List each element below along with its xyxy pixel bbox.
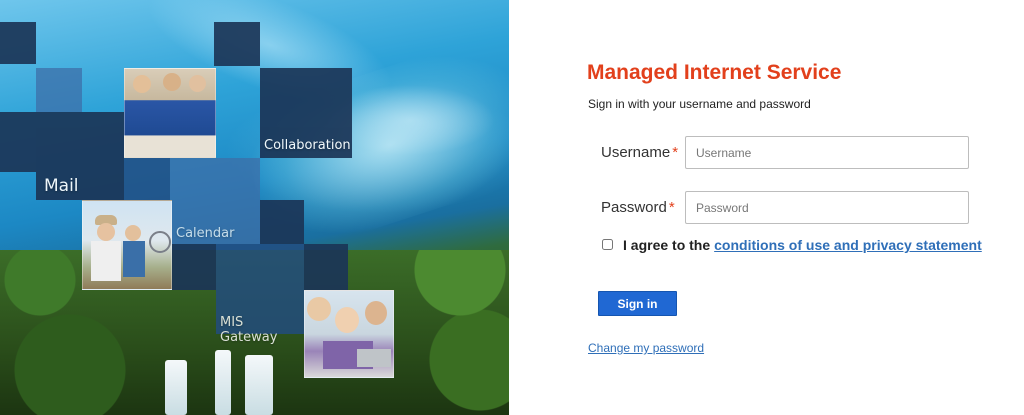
tile-mis-gateway-label: MIS Gateway bbox=[220, 315, 278, 345]
change-password-link[interactable]: Change my password bbox=[588, 341, 704, 355]
page-subtitle: Sign in with your username and password bbox=[588, 97, 811, 111]
mosaic-tile bbox=[214, 22, 260, 66]
required-marker: * bbox=[672, 144, 679, 161]
mosaic-tile bbox=[0, 22, 36, 64]
mosaic-tile bbox=[304, 244, 348, 290]
mosaic-tile bbox=[260, 200, 304, 244]
waterfall bbox=[245, 355, 273, 415]
mosaic-tile bbox=[170, 244, 216, 290]
tile-calendar: Calendar bbox=[170, 158, 260, 244]
outdoor-family-photo bbox=[82, 200, 172, 290]
signin-button[interactable]: Sign in bbox=[598, 291, 677, 316]
tile-mail: Mail bbox=[36, 112, 124, 200]
agree-statement: I agree to the conditions of use and priv… bbox=[623, 237, 982, 253]
hero-collage: Collaboration Mail Calendar MIS Gateway bbox=[0, 0, 509, 415]
conditions-link[interactable]: conditions of use and privacy statement bbox=[714, 237, 982, 253]
tile-collaboration-label: Collaboration bbox=[264, 138, 351, 153]
password-label-text: Password bbox=[601, 199, 667, 216]
tile-collaboration: Collaboration bbox=[260, 68, 352, 158]
students-reading-photo bbox=[124, 68, 216, 158]
mosaic-tile bbox=[0, 112, 36, 172]
waterfall bbox=[215, 350, 231, 415]
tile-mis-gateway: MIS Gateway bbox=[216, 244, 304, 345]
tile-calendar-label: Calendar bbox=[176, 226, 235, 241]
tile-mail-label: Mail bbox=[44, 176, 79, 196]
password-label: Password * bbox=[601, 199, 675, 216]
mosaic-tile bbox=[124, 158, 170, 200]
waterfall bbox=[165, 360, 187, 415]
page-title: Managed Internet Service bbox=[587, 61, 842, 84]
agree-prefix: I agree to the bbox=[623, 237, 711, 253]
children-laptop-photo bbox=[304, 290, 394, 378]
password-input[interactable] bbox=[685, 191, 969, 224]
username-label: Username * bbox=[601, 144, 678, 161]
agree-checkbox[interactable] bbox=[602, 239, 613, 250]
required-marker: * bbox=[668, 199, 675, 216]
username-input[interactable] bbox=[685, 136, 969, 169]
username-label-text: Username bbox=[601, 144, 671, 161]
mosaic-tile bbox=[36, 68, 82, 112]
